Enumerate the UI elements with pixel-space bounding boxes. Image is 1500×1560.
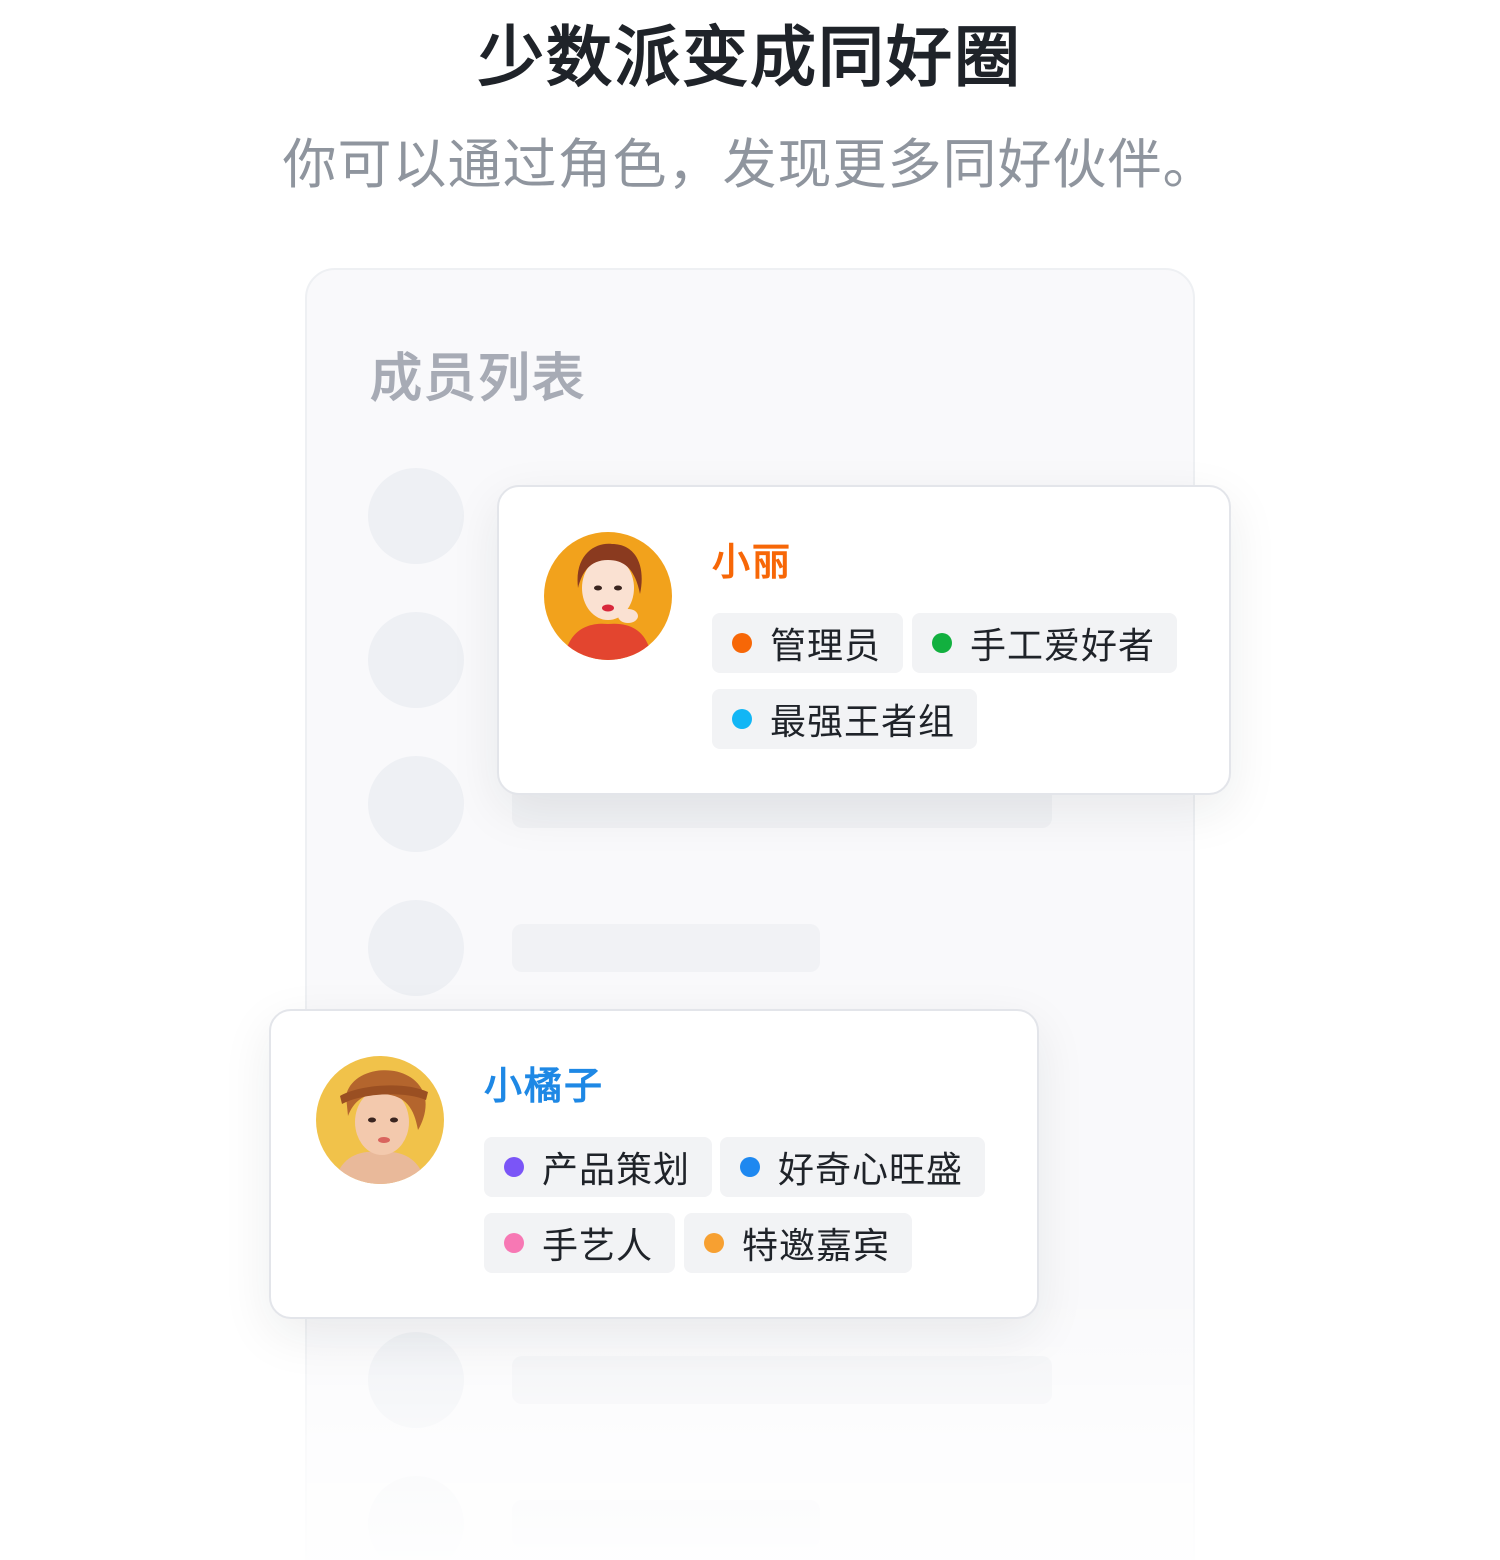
member-name: 小丽 (712, 540, 793, 584)
role-tag[interactable]: 管理员 (712, 613, 904, 673)
placeholder-avatar (368, 756, 464, 852)
page-subtitle: 你可以通过角色，发现更多同好伙伴。 (282, 133, 1218, 196)
role-tag-label: 最强王者组 (770, 702, 956, 743)
role-tag[interactable]: 好奇心旺盛 (720, 1137, 986, 1197)
role-tag-label: 好奇心旺盛 (778, 1150, 964, 1191)
role-dot-icon (932, 633, 952, 653)
placeholder-avatar (368, 612, 464, 708)
role-dot-icon (704, 1233, 724, 1253)
placeholder-bar (512, 924, 820, 972)
placeholder-avatar (368, 900, 464, 996)
role-tag-label: 产品策划 (542, 1150, 691, 1191)
role-tag[interactable]: 最强王者组 (712, 689, 978, 749)
member-card[interactable]: 小橘子 产品策划 好奇心旺盛 手艺人 特邀嘉宾 (269, 1009, 1039, 1319)
role-tag-label: 特邀嘉宾 (742, 1226, 891, 1267)
role-tag[interactable]: 特邀嘉宾 (684, 1213, 913, 1273)
role-tag-label: 手艺人 (542, 1226, 654, 1267)
role-dot-icon (504, 1233, 524, 1253)
avatar (544, 532, 672, 660)
member-list-title: 成员列表 (370, 349, 587, 409)
role-tag-label: 管理员 (770, 626, 882, 667)
role-tag[interactable]: 手艺人 (484, 1213, 676, 1273)
role-tag[interactable]: 产品策划 (484, 1137, 713, 1197)
role-tag-label: 手工爱好者 (970, 626, 1156, 667)
role-tag[interactable]: 手工爱好者 (912, 613, 1178, 673)
role-dot-icon (504, 1157, 524, 1177)
member-card[interactable]: 小丽 管理员 手工爱好者 最强王者组 (497, 485, 1231, 795)
avatar (316, 1056, 444, 1184)
placeholder-avatar (368, 468, 464, 564)
role-dot-icon (732, 633, 752, 653)
member-name: 小橘子 (484, 1064, 605, 1108)
bottom-fade (300, 1290, 1200, 1560)
page-title: 少数派变成同好圈 (478, 19, 1022, 96)
role-dot-icon (732, 709, 752, 729)
role-dot-icon (740, 1157, 760, 1177)
promo-page: 少数派变成同好圈 你可以通过角色，发现更多同好伙伴。 成员列表 小丽 管理员 手… (0, 0, 1500, 1560)
